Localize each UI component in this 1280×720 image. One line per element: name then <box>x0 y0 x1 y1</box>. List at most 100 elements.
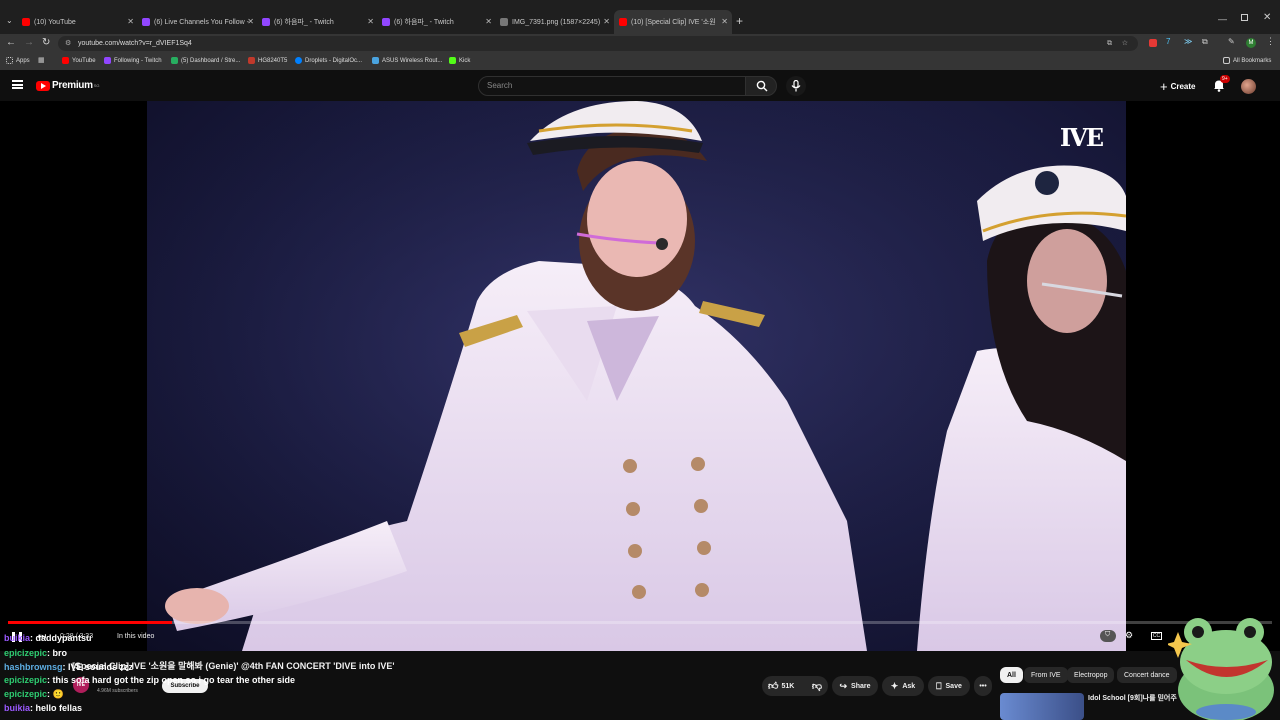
extensions-puzzle-icon[interactable]: ⧉ <box>1202 37 1208 47</box>
bookmark-twitch[interactable]: Following - Twitch <box>104 57 162 64</box>
tab-close-icon[interactable]: ✕ <box>247 17 254 26</box>
tab-groups-icon[interactable]: ▦ <box>38 56 45 64</box>
image-favicon-icon <box>500 18 508 26</box>
bookmark-label: Kick <box>459 57 471 64</box>
apps-grid-icon <box>6 57 13 64</box>
all-bookmarks[interactable]: All Bookmarks <box>1223 57 1271 64</box>
thumbs-down-icon[interactable]: 👎︎ <box>812 680 822 692</box>
tab-close-icon[interactable]: ✕ <box>485 17 492 26</box>
autoplay-toggle[interactable]: ⛉ <box>1100 630 1116 642</box>
in-this-video-chip[interactable]: In this video <box>117 633 154 640</box>
chat-line: epicizepic: bro <box>4 648 68 658</box>
tab-close-icon[interactable]: ✕ <box>127 17 134 26</box>
chat-username[interactable]: buikia <box>4 633 30 643</box>
bookmark-dashboard[interactable]: (5) Dashboard / Stre... <box>171 57 240 64</box>
thumbs-up-icon[interactable]: 👍︎ <box>768 680 778 692</box>
subscriber-count: 4.96M subscribers <box>97 688 138 694</box>
chat-message: hello fellas <box>35 703 83 713</box>
bookmark-label: ASUS Wireless Rout... <box>382 57 443 64</box>
bookmark-apps[interactable]: Apps <box>6 57 30 64</box>
chip-electropop[interactable]: Electropop <box>1067 667 1115 683</box>
share-button[interactable]: ↪ Share <box>832 676 878 696</box>
customize-icon[interactable]: ✎ <box>1228 37 1235 46</box>
notifications-button[interactable]: 9+ <box>1213 75 1230 97</box>
chip-from-ive[interactable]: From IVE <box>1024 667 1068 683</box>
like-count[interactable]: 51K <box>781 683 794 690</box>
close-window-button[interactable]: ✕ <box>1263 12 1271 23</box>
new-tab-button[interactable]: + <box>736 14 743 28</box>
create-button[interactable]: + Create <box>1160 78 1196 94</box>
twitch-favicon-icon <box>142 18 150 26</box>
account-avatar[interactable] <box>1241 79 1256 94</box>
address-bar[interactable]: ⚙ youtube.com/watch?v=r_dVIEF1Sq4 ⧉ ☆ <box>58 36 1138 51</box>
chip-all[interactable]: All <box>1000 667 1023 683</box>
chat-username[interactable]: epicizepic <box>4 648 47 658</box>
bookmark-youtube[interactable]: YouTube <box>62 57 96 64</box>
ask-button[interactable]: ✦ Ask <box>882 676 924 696</box>
tab-title: (6) Live Channels You Follow - <box>154 18 249 26</box>
tab-close-icon[interactable]: ✕ <box>721 17 728 26</box>
forward-button[interactable]: → <box>24 37 34 48</box>
chat-username[interactable]: hashbrownsg <box>4 662 63 672</box>
recommended-title[interactable]: Idol School [9회]나를 믿어주 <box>1088 693 1177 703</box>
tab-image[interactable]: IMG_7391.png (1587×2245) ✕ <box>500 12 610 32</box>
chat-message: daddypantsu <box>35 633 92 643</box>
browser-menu-icon[interactable]: ⋮ <box>1266 36 1275 47</box>
sparkle-icon: ✦ <box>890 680 899 691</box>
profile-avatar[interactable]: M <box>1246 38 1256 48</box>
youtube-favicon-icon <box>22 18 30 26</box>
tab-youtube[interactable]: (10) YouTube ✕ <box>22 12 134 32</box>
search-input[interactable]: Search <box>478 76 746 96</box>
bookmark-kick[interactable]: Kick <box>449 57 470 64</box>
reload-button[interactable]: ↻ <box>42 37 50 48</box>
browser-tab-strip: ⌄ (10) YouTube ✕ (6) Live Channels You F… <box>0 0 1280 34</box>
twitch-favicon-icon <box>262 18 270 26</box>
tab-twitch-2[interactable]: (6) 하음파_ - Twitch ✕ <box>382 12 492 32</box>
tab-close-icon[interactable]: ✕ <box>603 17 610 26</box>
hamburger-menu-icon[interactable] <box>12 80 23 89</box>
url-text: youtube.com/watch?v=r_dVIEF1Sq4 <box>78 40 192 47</box>
tab-twitch-1[interactable]: (6) 하음파_ - Twitch ✕ <box>262 12 374 32</box>
search-button[interactable] <box>745 76 777 96</box>
bookmark-label: All Bookmarks <box>1233 57 1272 64</box>
extension-icon[interactable] <box>1149 39 1157 47</box>
chat-message: 🙂 <box>52 689 64 699</box>
tab-search-button[interactable]: ⌄ <box>6 16 16 26</box>
extension-icon[interactable]: 7 <box>1166 37 1170 46</box>
site-info-icon[interactable]: ⚙ <box>65 36 71 51</box>
bookmark-droplets[interactable]: Droplets - DigitalOc... <box>295 57 362 64</box>
chat-message: IVE sounds zzz <box>68 662 134 672</box>
more-actions-button[interactable]: ••• <box>974 676 992 696</box>
save-button[interactable]: ⎕ Save <box>928 676 970 696</box>
chat-username[interactable]: buikia <box>4 703 30 713</box>
youtube-logo[interactable]: Premium SG <box>36 80 99 91</box>
recommended-thumbnail[interactable] <box>1000 693 1084 720</box>
bookmark-asus[interactable]: ASUS Wireless Rout... <box>372 57 442 64</box>
chat-username[interactable]: epicizepic <box>4 689 47 699</box>
settings-gear-icon[interactable]: ⚙ <box>1125 630 1133 641</box>
maximize-button[interactable] <box>1241 14 1248 21</box>
shield-icon: ⛉ <box>1105 631 1111 638</box>
video-progress-fill <box>8 621 173 624</box>
video-progress-bar[interactable] <box>8 621 1272 624</box>
captions-icon[interactable]: CC <box>1151 632 1162 640</box>
voice-search-button[interactable] <box>786 76 806 96</box>
ive-watermark: IVE <box>1059 123 1104 152</box>
install-icon[interactable]: ⧉ <box>1107 36 1112 51</box>
bookmark-star-icon[interactable]: ☆ <box>1122 36 1128 51</box>
share-label: Share <box>851 682 871 690</box>
back-button[interactable]: ← <box>6 37 16 48</box>
minimize-button[interactable]: — <box>1218 14 1227 24</box>
extension-icon[interactable]: ≫ <box>1184 37 1192 46</box>
video-frame[interactable]: IVE <box>147 101 1126 651</box>
tab-close-icon[interactable]: ✕ <box>367 17 374 26</box>
dashboard-favicon-icon <box>171 57 178 64</box>
bookmark-router[interactable]: HG8240T5 <box>248 57 287 64</box>
tab-title: (6) 하음파_ - Twitch <box>394 19 454 26</box>
chat-username[interactable]: epicizepic <box>4 675 47 685</box>
save-label: Save <box>945 682 962 690</box>
microphone-icon <box>791 80 801 92</box>
tab-twitch-following[interactable]: (6) Live Channels You Follow - ✕ <box>142 12 254 32</box>
tab-title: (6) 하음파_ - Twitch <box>274 19 334 26</box>
tab-active-video[interactable]: (10) [Special Clip] IVE '소원 ✕ <box>614 10 732 34</box>
